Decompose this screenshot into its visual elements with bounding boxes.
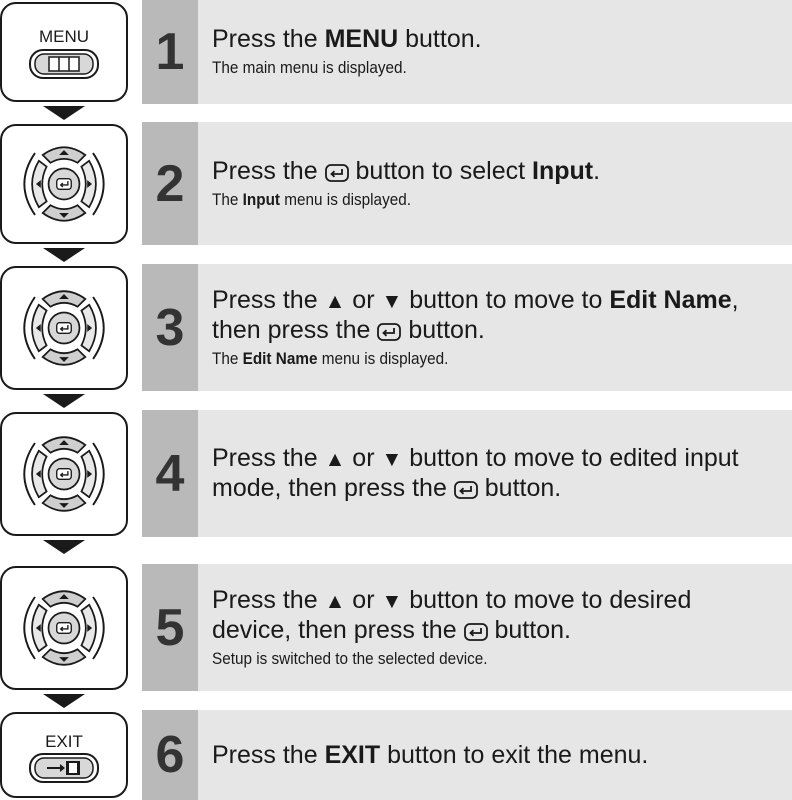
step-number: 3: [155, 298, 185, 357]
step-number: 2: [155, 154, 185, 213]
directional-pad-icon: [2, 414, 126, 534]
step-number-cell: 5: [142, 564, 198, 691]
step-number: 4: [155, 444, 185, 503]
step-instruction: Press the ▲ or ▼ button to move to desir…: [212, 585, 692, 644]
step-number: 5: [155, 598, 185, 657]
directional-pad-icon: [2, 568, 126, 688]
step-result: Setup is switched to the selected device…: [212, 648, 488, 668]
menu-remote-panel: MENU: [0, 2, 128, 102]
step-number-cell: 6: [142, 710, 198, 800]
step-text-cell: Press the ▲ or ▼ button to move to edite…: [198, 410, 792, 537]
exit-button-label: EXIT: [45, 732, 83, 751]
step-text-cell: Press the MENU button. The main menu is …: [198, 0, 792, 104]
step-result: The Edit Name menu is displayed.: [212, 348, 449, 368]
dpad-remote-panel: [0, 124, 128, 244]
directional-pad-icon: [2, 268, 126, 388]
step-number-cell: 2: [142, 122, 198, 245]
down-arrow-icon: [43, 394, 85, 408]
step-result: The main menu is displayed.: [212, 58, 407, 77]
step-text-cell: Press the ▲ or ▼ button to move to Edit …: [198, 264, 792, 391]
down-arrow-icon: [43, 540, 85, 554]
step-number: 1: [155, 23, 185, 81]
step-instruction: Press the MENU button.: [212, 25, 482, 53]
down-arrow-icon: [43, 248, 85, 262]
step-text-cell: Press the button to select Input. The In…: [198, 122, 792, 245]
step-number-cell: 3: [142, 264, 198, 391]
menu-button-label: MENU: [39, 27, 89, 46]
enter-icon: [325, 164, 349, 182]
steps-container: MENU 1 Press the MENU button. The main m…: [0, 0, 792, 800]
step-instruction: Press the ▲ or ▼ button to move to Edit …: [212, 285, 739, 344]
step-number-cell: 1: [142, 0, 198, 104]
step-text-cell: Press the ▲ or ▼ button to move to desir…: [198, 564, 792, 691]
dpad-remote-panel: [0, 412, 128, 536]
enter-icon: [464, 623, 488, 641]
step-instruction: Press the button to select Input.: [212, 156, 601, 185]
down-arrow-icon: [43, 694, 85, 708]
directional-pad-icon: [2, 126, 126, 242]
enter-icon: [454, 481, 478, 499]
menu-button-icon: MENU: [29, 27, 99, 79]
dpad-remote-panel: [0, 566, 128, 690]
step-instruction: Press the ▲ or ▼ button to move to edite…: [212, 444, 739, 502]
step-number: 6: [155, 726, 185, 784]
dpad-remote-panel: [0, 266, 128, 390]
exit-button-icon: EXIT: [29, 732, 99, 783]
step-text-cell: Press the EXIT button to exit the menu.: [198, 710, 792, 800]
step-result: The Input menu is displayed.: [212, 189, 411, 209]
enter-icon: [377, 323, 401, 341]
exit-remote-panel: EXIT: [0, 712, 128, 798]
step-number-cell: 4: [142, 410, 198, 537]
step-instruction: Press the EXIT button to exit the menu.: [212, 740, 649, 769]
down-arrow-icon: [43, 106, 85, 120]
